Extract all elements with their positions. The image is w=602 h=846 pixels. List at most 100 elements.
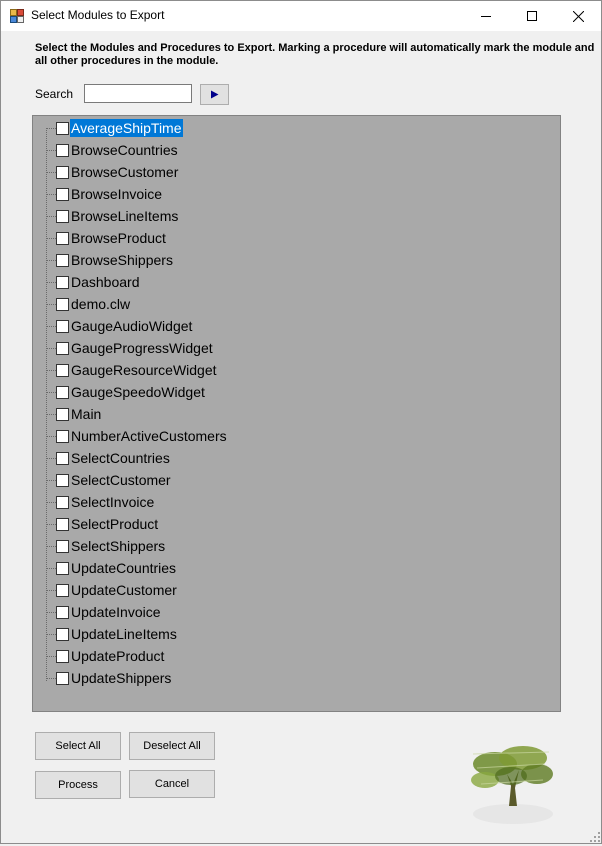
tree-node-label[interactable]: Main <box>70 405 102 423</box>
tree-node-checkbox[interactable] <box>56 276 69 289</box>
tree-node-checkbox[interactable] <box>56 320 69 333</box>
tree-node-checkbox[interactable] <box>56 298 69 311</box>
tree-node-label[interactable]: SelectProduct <box>70 515 159 533</box>
tree-node-label[interactable]: demo.clw <box>70 295 131 313</box>
instruction-text: Select the Modules and Procedures to Exp… <box>35 42 595 67</box>
export-dialog: Select Modules to Export Select the Modu… <box>0 0 602 844</box>
tree-node-label[interactable]: BrowseShippers <box>70 251 174 269</box>
tree-connector-branch <box>47 392 56 393</box>
tree-node-label[interactable]: BrowseProduct <box>70 229 167 247</box>
tree-connector-branch <box>47 304 56 305</box>
tree-connector-branch <box>47 458 56 459</box>
resize-grip[interactable] <box>589 831 601 843</box>
tree-node-label[interactable]: NumberActiveCustomers <box>70 427 228 445</box>
tree-connector-branch <box>47 216 56 217</box>
tree-node-checkbox[interactable] <box>56 342 69 355</box>
tree-connector-branch <box>47 634 56 635</box>
minimize-icon <box>481 16 491 17</box>
tree-node-label[interactable]: UpdateProduct <box>70 647 165 665</box>
search-input[interactable] <box>84 84 192 103</box>
tree-connector <box>46 128 47 681</box>
tree-node-label[interactable]: Dashboard <box>70 273 141 291</box>
tree-connector-branch <box>47 524 56 525</box>
tree-node-checkbox[interactable] <box>56 584 69 597</box>
tree-node-checkbox[interactable] <box>56 210 69 223</box>
tree-node-checkbox[interactable] <box>56 452 69 465</box>
tree-node-label[interactable]: BrowseLineItems <box>70 207 179 225</box>
tree-connector-branch <box>47 326 56 327</box>
tree-connector-branch <box>47 282 56 283</box>
tree-node-label[interactable]: GaugeResourceWidget <box>70 361 218 379</box>
tree-node-label[interactable]: UpdateLineItems <box>70 625 178 643</box>
tree-node-label[interactable]: BrowseCustomer <box>70 163 179 181</box>
tree-connector-branch <box>47 238 56 239</box>
tree-connector-branch <box>47 194 56 195</box>
tree-node-checkbox[interactable] <box>56 606 69 619</box>
tree-node-checkbox[interactable] <box>56 232 69 245</box>
window-title: Select Modules to Export <box>31 8 165 22</box>
app-icon <box>10 9 24 23</box>
tree-node-label[interactable]: AverageShipTime <box>70 119 183 137</box>
tree-node-label[interactable]: UpdateShippers <box>70 669 172 687</box>
tree-connector-branch <box>47 612 56 613</box>
deselect-all-button[interactable]: Deselect All <box>129 732 215 760</box>
tree-node-label[interactable]: GaugeProgressWidget <box>70 339 214 357</box>
tree-connector-branch <box>47 590 56 591</box>
tree-node-label[interactable]: UpdateCustomer <box>70 581 178 599</box>
tree-node-checkbox[interactable] <box>56 122 69 135</box>
minimize-button[interactable] <box>463 1 509 31</box>
search-go-button[interactable] <box>200 84 229 105</box>
tree-node-label[interactable]: SelectShippers <box>70 537 166 555</box>
tree-connector-branch <box>47 502 56 503</box>
tree-node-checkbox[interactable] <box>56 562 69 575</box>
tree-connector-branch <box>47 678 56 679</box>
close-icon <box>572 10 584 22</box>
tree-node-checkbox[interactable] <box>56 628 69 641</box>
tree-node-checkbox[interactable] <box>56 144 69 157</box>
tree-node-checkbox[interactable] <box>56 496 69 509</box>
tree-connector-branch <box>47 348 56 349</box>
tree-node-checkbox[interactable] <box>56 650 69 663</box>
play-arrow-icon <box>211 90 219 99</box>
tree-connector-branch <box>47 656 56 657</box>
tree-node-label[interactable]: SelectInvoice <box>70 493 155 511</box>
tree-connector-branch <box>47 128 56 129</box>
tree-node-checkbox[interactable] <box>56 166 69 179</box>
tree-node-checkbox[interactable] <box>56 386 69 399</box>
tree-connector-branch <box>47 260 56 261</box>
module-tree[interactable]: AverageShipTime BrowseCountries BrowseCust… <box>32 115 561 712</box>
cancel-button[interactable]: Cancel <box>129 770 215 798</box>
search-label: Search <box>35 87 74 101</box>
tree-logo <box>463 734 559 830</box>
tree-node-checkbox[interactable] <box>56 540 69 553</box>
tree-node-label[interactable]: UpdateInvoice <box>70 603 162 621</box>
tree-node-checkbox[interactable] <box>56 254 69 267</box>
tree-node-checkbox[interactable] <box>56 430 69 443</box>
tree-node-checkbox[interactable] <box>56 188 69 201</box>
close-button[interactable] <box>555 1 601 31</box>
tree-connector-branch <box>47 480 56 481</box>
maximize-icon <box>527 11 537 21</box>
tree-node-checkbox[interactable] <box>56 474 69 487</box>
select-all-button[interactable]: Select All <box>35 732 121 760</box>
tree-node-label[interactable]: BrowseCountries <box>70 141 179 159</box>
tree-node-label[interactable]: GaugeSpeedoWidget <box>70 383 206 401</box>
tree-node-label[interactable]: SelectCountries <box>70 449 171 467</box>
title-bar[interactable]: Select Modules to Export <box>1 1 601 31</box>
tree-connector-branch <box>47 370 56 371</box>
tree-node-label[interactable]: GaugeAudioWidget <box>70 317 193 335</box>
tree-connector-branch <box>47 172 56 173</box>
tree-connector-branch <box>47 150 56 151</box>
tree-node-checkbox[interactable] <box>56 672 69 685</box>
tree-connector-branch <box>47 436 56 437</box>
tree-node-checkbox[interactable] <box>56 518 69 531</box>
tree-node-label[interactable]: SelectCustomer <box>70 471 172 489</box>
tree-node-checkbox[interactable] <box>56 408 69 421</box>
tree-connector-branch <box>47 546 56 547</box>
tree-node-checkbox[interactable] <box>56 364 69 377</box>
tree-node-label[interactable]: BrowseInvoice <box>70 185 163 203</box>
maximize-button[interactable] <box>509 1 555 31</box>
process-button[interactable]: Process <box>35 771 121 799</box>
tree-node-label[interactable]: UpdateCountries <box>70 559 177 577</box>
tree-connector-branch <box>47 568 56 569</box>
